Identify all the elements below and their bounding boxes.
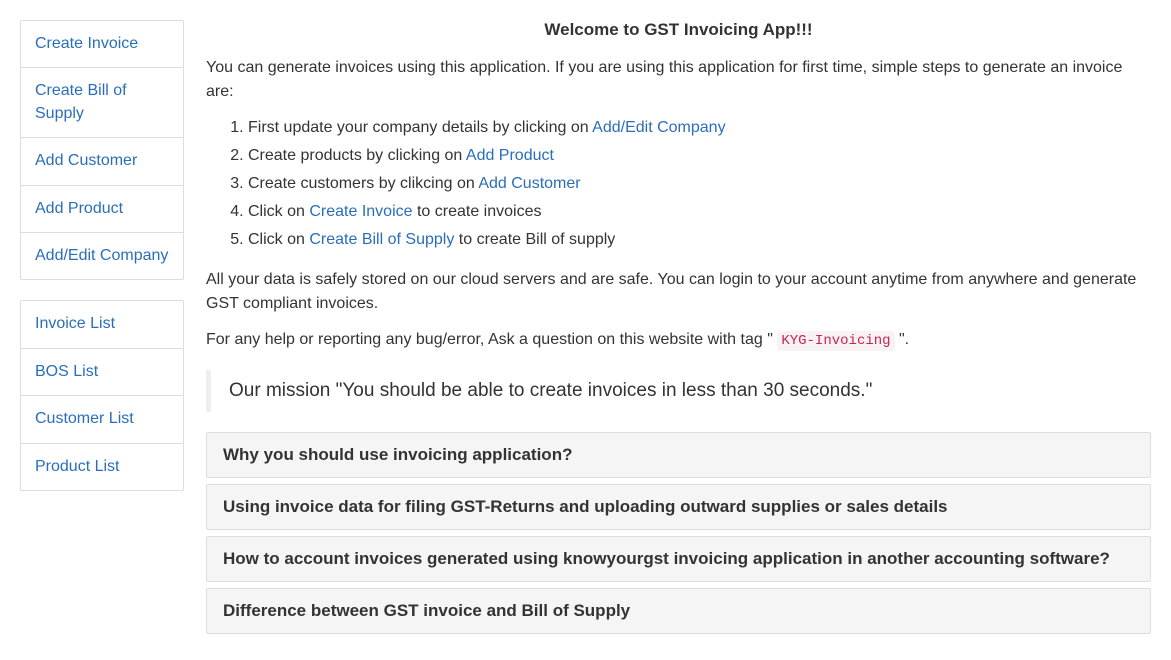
mission-quote: Our mission "You should be able to creat… — [206, 370, 1151, 412]
accordion-item-why-use[interactable]: Why you should use invoicing application… — [206, 432, 1151, 478]
accordion-item-gst-returns[interactable]: Using invoice data for filing GST-Return… — [206, 484, 1151, 530]
nav-add-product[interactable]: Add Product — [21, 186, 183, 233]
step-3: Create customers by clikcing on Add Cust… — [248, 172, 1151, 196]
step-4: Click on Create Invoice to create invoic… — [248, 200, 1151, 224]
step-1: First update your company details by cli… — [248, 116, 1151, 140]
link-add-customer[interactable]: Add Customer — [478, 175, 580, 192]
nav-invoice-list[interactable]: Invoice List — [21, 301, 183, 348]
accordion-header: Why you should use invoicing application… — [207, 433, 1150, 477]
accordion-header: Difference between GST invoice and Bill … — [207, 589, 1150, 633]
sidebar: Create Invoice Create Bill of Supply Add… — [20, 20, 184, 640]
accordion-item-accounting-software[interactable]: How to account invoices generated using … — [206, 536, 1151, 582]
page-title: Welcome to GST Invoicing App!!! — [206, 20, 1151, 40]
nav-add-customer[interactable]: Add Customer — [21, 138, 183, 185]
accordion-item-gst-vs-bos[interactable]: Difference between GST invoice and Bill … — [206, 588, 1151, 634]
nav-product-list[interactable]: Product List — [21, 444, 183, 490]
steps-list: First update your company details by cli… — [206, 116, 1151, 252]
accordion-header: How to account invoices generated using … — [207, 537, 1150, 581]
accordion: Why you should use invoicing application… — [206, 432, 1151, 634]
nav-create-invoice[interactable]: Create Invoice — [21, 21, 183, 68]
nav-group-actions: Create Invoice Create Bill of Supply Add… — [20, 20, 184, 280]
accordion-header: Using invoice data for filing GST-Return… — [207, 485, 1150, 529]
help-tag-code: KYG-Invoicing — [777, 331, 894, 351]
nav-add-edit-company[interactable]: Add/Edit Company — [21, 233, 183, 279]
main-content: Welcome to GST Invoicing App!!! You can … — [206, 20, 1151, 640]
storage-note: All your data is safely stored on our cl… — [206, 268, 1151, 316]
link-create-invoice[interactable]: Create Invoice — [309, 203, 412, 220]
link-add-product[interactable]: Add Product — [466, 147, 554, 164]
nav-create-bill-of-supply[interactable]: Create Bill of Supply — [21, 68, 183, 138]
nav-group-lists: Invoice List BOS List Customer List Prod… — [20, 300, 184, 491]
link-add-edit-company[interactable]: Add/Edit Company — [592, 119, 725, 136]
intro-text: You can generate invoices using this app… — [206, 56, 1151, 104]
link-create-bill-of-supply[interactable]: Create Bill of Supply — [309, 231, 454, 248]
step-2: Create products by clicking on Add Produ… — [248, 144, 1151, 168]
nav-customer-list[interactable]: Customer List — [21, 396, 183, 443]
help-text: For any help or reporting any bug/error,… — [206, 328, 1151, 352]
nav-bos-list[interactable]: BOS List — [21, 349, 183, 396]
step-5: Click on Create Bill of Supply to create… — [248, 228, 1151, 252]
